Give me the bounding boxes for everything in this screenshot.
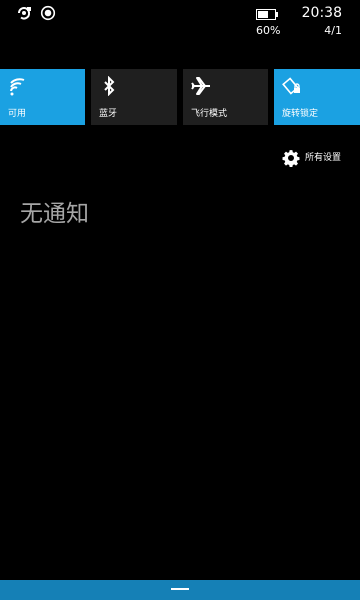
record-icon <box>40 5 56 21</box>
no-notifications-message: 无通知 <box>20 201 89 227</box>
clock: 20:38 <box>301 5 342 21</box>
battery-tip <box>276 12 278 17</box>
quick-action-label: 飞行模式 <box>191 109 228 119</box>
quick-action-label: 旋转锁定 <box>282 109 319 119</box>
wifi-icon <box>8 76 28 96</box>
battery-icon <box>256 9 278 20</box>
quick-action-airplane-mode[interactable]: 飞行模式 <box>183 69 268 125</box>
date: 4/1 <box>324 24 342 37</box>
bottom-bar[interactable] <box>0 580 360 600</box>
quick-action-wifi[interactable]: 可用 <box>0 69 85 125</box>
rotation-lock-icon <box>282 76 302 96</box>
bluetooth-icon <box>99 76 119 96</box>
battery-fill <box>258 11 268 18</box>
sync-icon <box>16 5 32 21</box>
quick-action-rotation-lock[interactable]: 旋转锁定 <box>274 69 360 125</box>
quick-action-label: 可用 <box>8 109 27 119</box>
status-icons <box>16 5 56 21</box>
quick-action-bluetooth[interactable]: 蓝牙 <box>91 69 177 125</box>
gear-icon <box>282 149 300 167</box>
all-settings-link[interactable]: 所有设置 <box>282 148 341 168</box>
battery-percent: 60% <box>256 24 281 37</box>
quick-action-label: 蓝牙 <box>99 109 118 119</box>
quick-actions: 可用 蓝牙 飞行模式 旋转锁定 <box>0 69 360 125</box>
airplane-icon <box>191 76 211 96</box>
collapse-handle[interactable] <box>171 588 189 590</box>
status-info: 20:38 60% 4/1 <box>256 4 342 40</box>
all-settings-label: 所有设置 <box>304 152 341 163</box>
status-bar: 20:38 60% 4/1 <box>0 0 360 42</box>
